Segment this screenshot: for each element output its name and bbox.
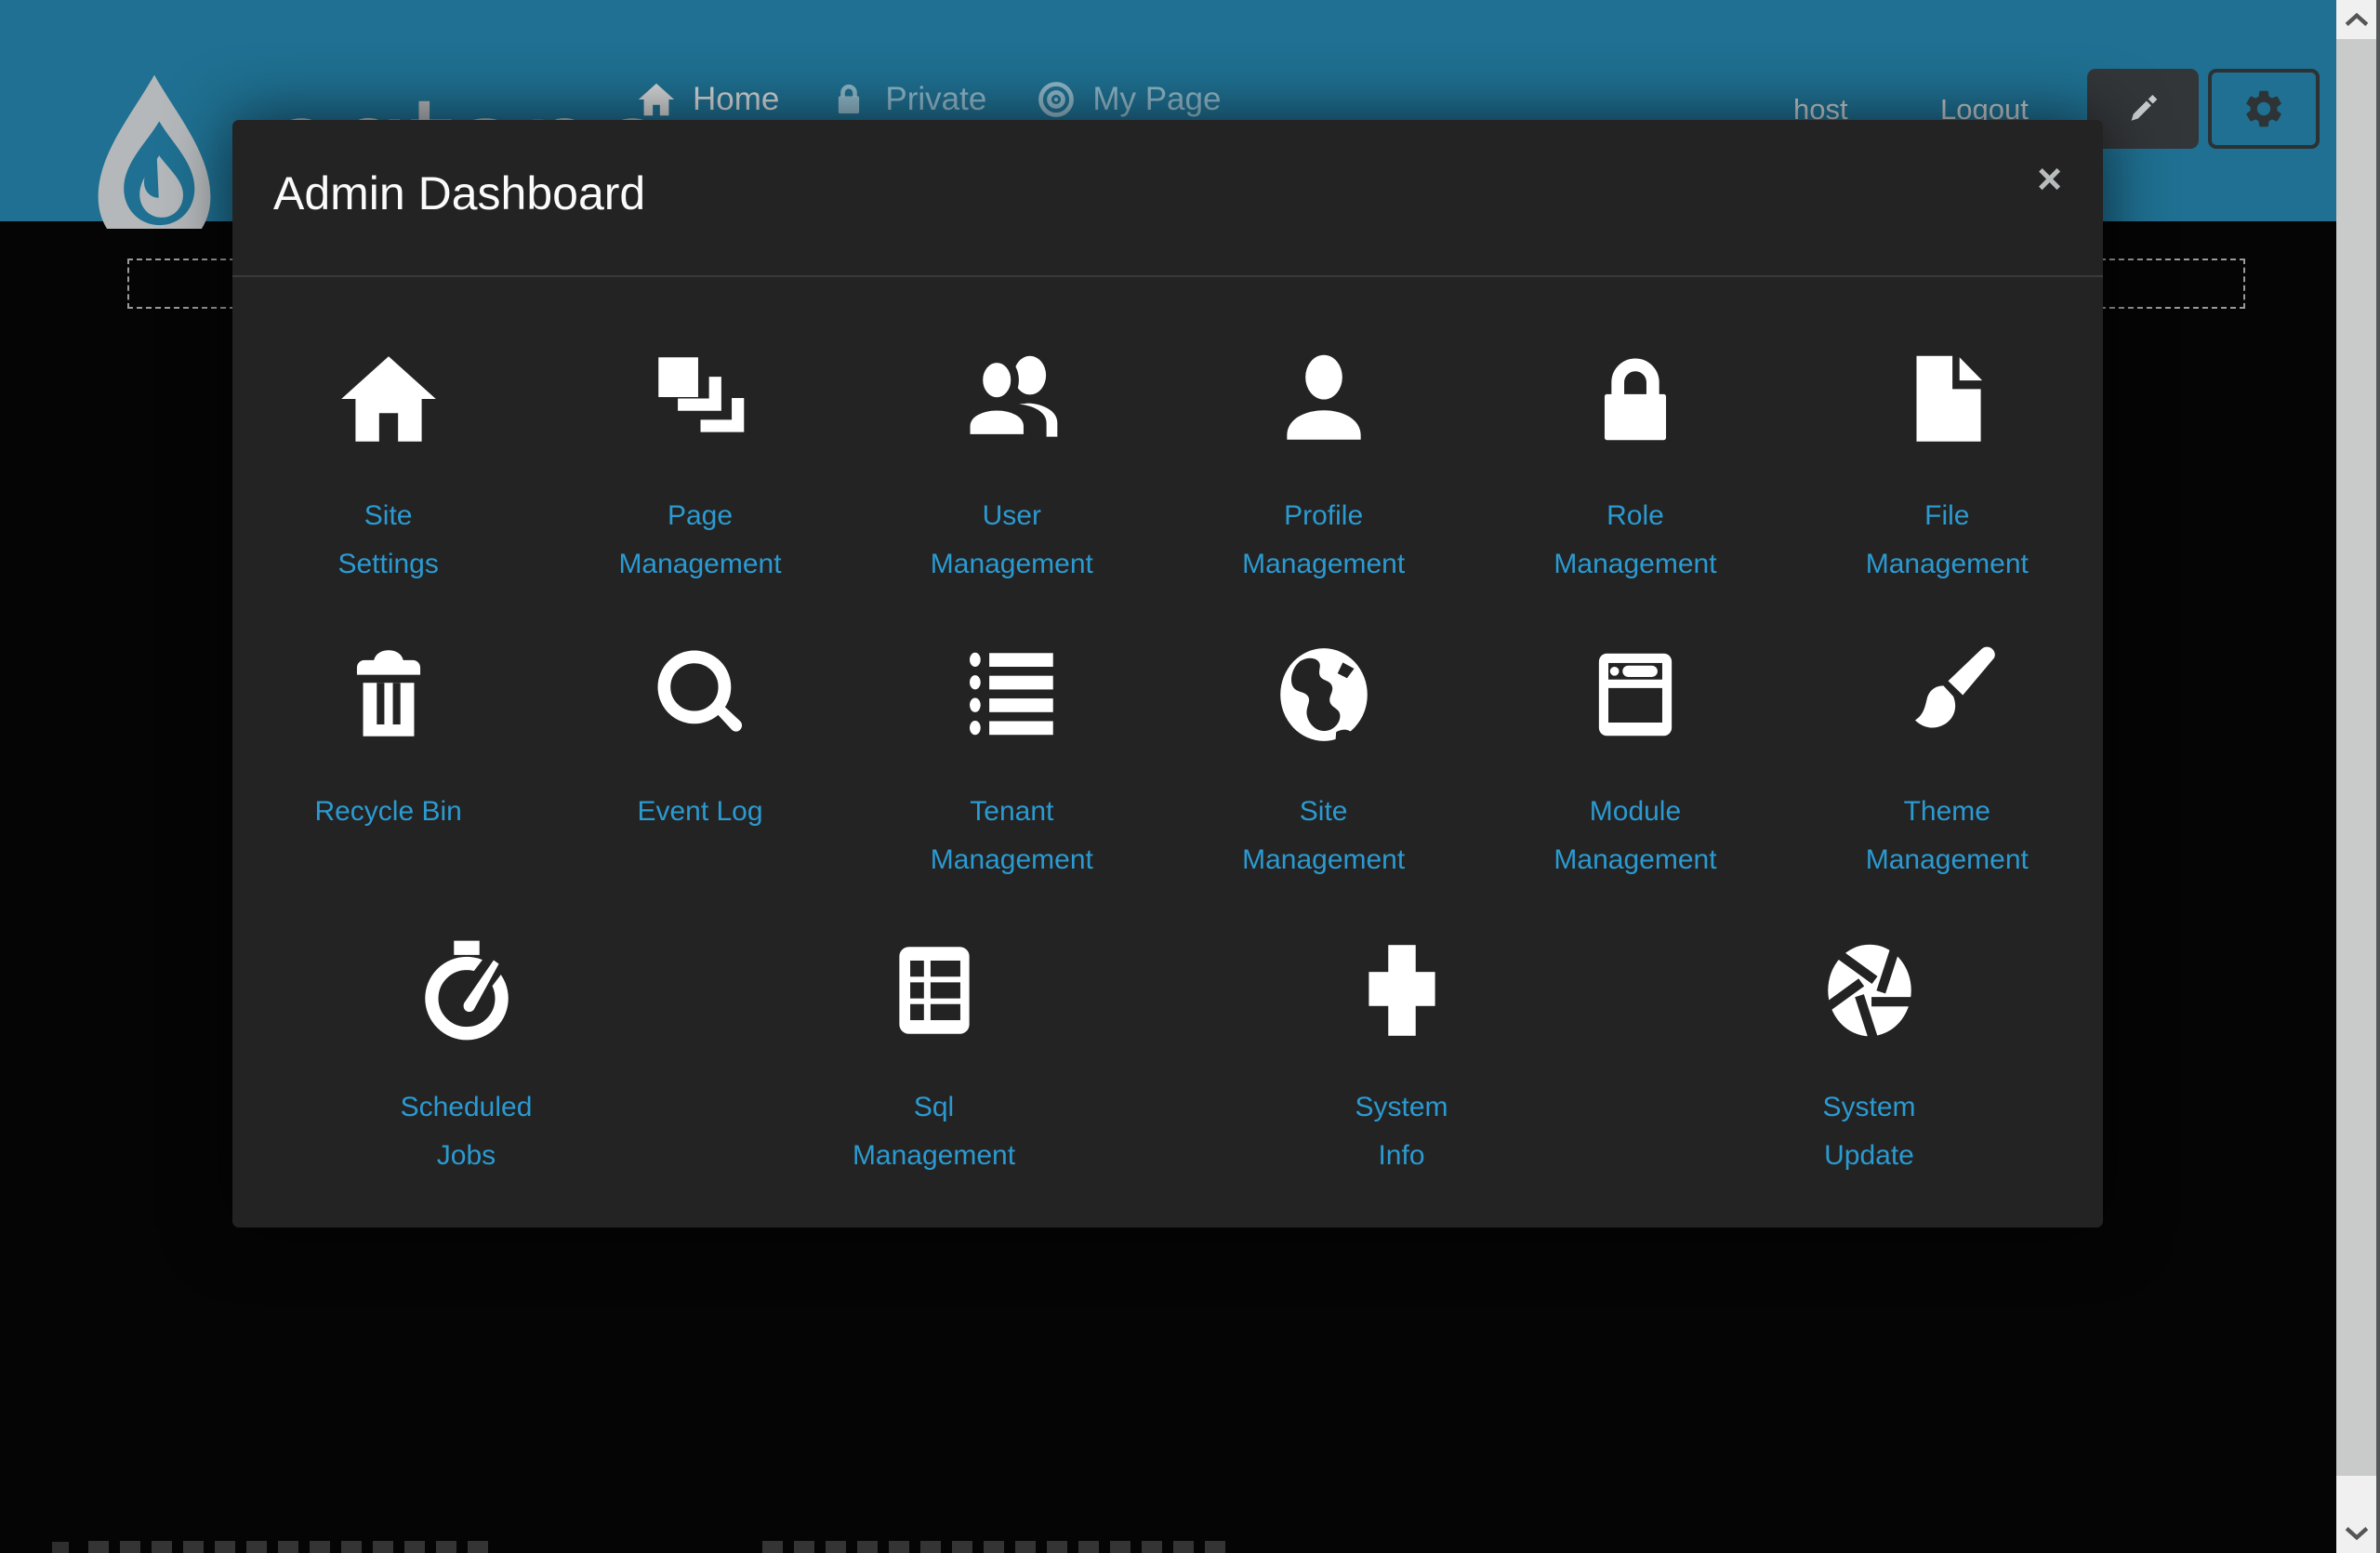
plus-icon <box>1345 931 1459 1050</box>
nav-label: My Page <box>1092 81 1221 118</box>
admin-tile-tenant-management[interactable]: TenantManagement <box>856 635 1168 884</box>
modal-title: Admin Dashboard <box>273 166 645 220</box>
admin-tile-site-management[interactable]: SiteManagement <box>1168 635 1479 884</box>
tile-label: SystemUpdate <box>1822 1083 1915 1180</box>
edit-mode-button[interactable] <box>2087 69 2199 149</box>
window-icon <box>1579 635 1692 754</box>
modal-header: Admin Dashboard × <box>232 120 2103 277</box>
globe-icon <box>1267 635 1381 754</box>
admin-tile-row: SiteSettings PageManagement UserManagement… <box>232 339 2103 589</box>
tile-label: ModuleManagement <box>1554 788 1716 884</box>
admin-tile-system-update[interactable]: SystemUpdate <box>1635 931 2103 1180</box>
tile-label: Event Log <box>637 788 762 836</box>
admin-tile-sql-management[interactable]: SqlManagement <box>700 931 1168 1180</box>
target-icon <box>1035 78 1078 121</box>
close-icon[interactable]: × <box>2037 157 2062 200</box>
gear-icon <box>2241 86 2286 131</box>
timer-icon <box>410 931 523 1050</box>
person-icon <box>1267 339 1381 458</box>
admin-tile-event-log[interactable]: Event Log <box>544 635 855 884</box>
admin-tile-recycle-bin[interactable]: Recycle Bin <box>232 635 544 884</box>
control-panel-button[interactable] <box>2208 69 2320 149</box>
people-icon <box>955 339 1068 458</box>
tile-label: RoleManagement <box>1554 492 1716 589</box>
admin-tile-theme-management[interactable]: ThemeManagement <box>1792 635 2103 884</box>
tile-label: ScheduledJobs <box>401 1083 533 1180</box>
tile-label: UserManagement <box>931 492 1093 589</box>
admin-tile-grid: SiteSettings PageManagement UserManagement… <box>232 277 2103 1180</box>
scrollbar-thumb[interactable] <box>2336 39 2376 1476</box>
clipped-content-fragment <box>52 1542 69 1553</box>
tile-label: TenantManagement <box>931 788 1093 884</box>
tile-label: FileManagement <box>1866 492 2029 589</box>
admin-tile-site-settings[interactable]: SiteSettings <box>232 339 544 589</box>
lock-icon <box>1579 339 1692 458</box>
nav-item-home[interactable]: Home <box>635 78 779 121</box>
tile-label: ProfileManagement <box>1242 492 1405 589</box>
tile-label: SiteSettings <box>337 492 438 589</box>
brush-icon <box>1890 635 2003 754</box>
admin-tile-user-management[interactable]: UserManagement <box>856 339 1168 589</box>
pencil-icon <box>2122 88 2163 129</box>
tile-label: SystemInfo <box>1355 1083 1448 1180</box>
nav-label: Home <box>693 81 779 118</box>
chevron-down-icon <box>2345 1526 2369 1541</box>
admin-tile-profile-management[interactable]: ProfileManagement <box>1168 339 1479 589</box>
clipped-content-fragment <box>762 1541 1227 1553</box>
tile-label: ThemeManagement <box>1866 788 2029 884</box>
home-icon <box>635 78 678 121</box>
nav-label: Private <box>885 81 986 118</box>
chevron-up-icon <box>2345 12 2369 27</box>
shutter-icon <box>1813 931 1926 1050</box>
list-icon <box>955 635 1068 754</box>
table-icon <box>878 931 991 1050</box>
scroll-up-button[interactable] <box>2336 0 2376 39</box>
droplet-logo-icon <box>70 73 239 229</box>
pages-icon <box>643 339 757 458</box>
lock-icon <box>827 78 870 121</box>
home-icon <box>332 339 445 458</box>
admin-tile-row: Recycle Bin Event Log TenantManagement Site… <box>232 635 2103 884</box>
nav-item-my-page[interactable]: My Page <box>1035 78 1221 121</box>
tile-label: SqlManagement <box>853 1083 1015 1180</box>
admin-dashboard-modal: Admin Dashboard × SiteSettings PageManage… <box>232 120 2103 1228</box>
clipped-content-fragment <box>88 1541 488 1553</box>
file-icon <box>1890 339 2003 458</box>
browser-viewport: oqtane Home Private <box>0 0 2380 1553</box>
admin-tile-row: ScheduledJobs SqlManagement SystemInfo Syst… <box>232 931 2103 1180</box>
trash-icon <box>332 635 445 754</box>
main-nav: Home Private My Page <box>635 78 1221 121</box>
tile-label: SiteManagement <box>1242 788 1405 884</box>
admin-tile-scheduled-jobs[interactable]: ScheduledJobs <box>232 931 700 1180</box>
scroll-down-button[interactable] <box>2336 1514 2376 1553</box>
nav-item-private[interactable]: Private <box>827 78 986 121</box>
admin-tile-page-management[interactable]: PageManagement <box>544 339 855 589</box>
search-icon <box>643 635 757 754</box>
admin-tile-role-management[interactable]: RoleManagement <box>1479 339 1791 589</box>
admin-tile-module-management[interactable]: ModuleManagement <box>1479 635 1791 884</box>
admin-tile-file-management[interactable]: FileManagement <box>1792 339 2103 589</box>
tile-label: Recycle Bin <box>314 788 461 836</box>
vertical-scrollbar <box>2336 0 2380 1553</box>
admin-tile-system-info[interactable]: SystemInfo <box>1168 931 1635 1180</box>
tile-label: PageManagement <box>618 492 781 589</box>
